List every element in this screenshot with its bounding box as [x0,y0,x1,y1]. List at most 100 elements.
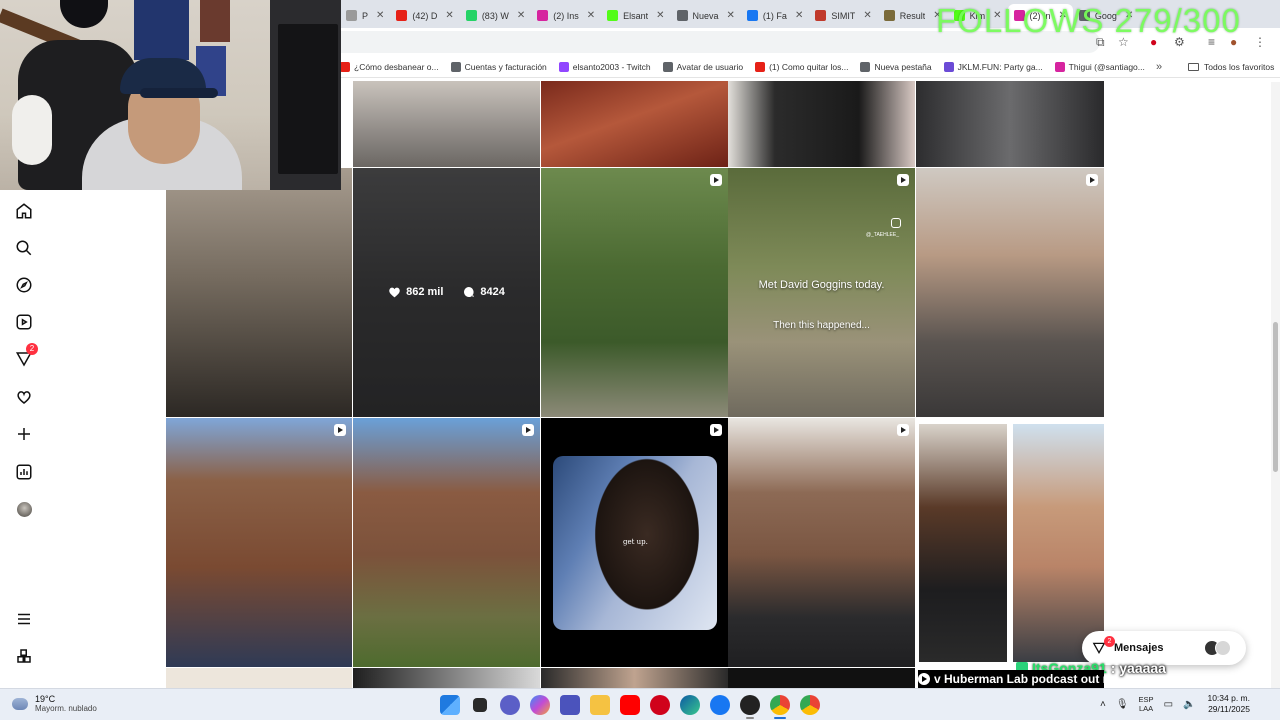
post-image [916,168,1104,417]
post-tile[interactable] [541,668,728,688]
webcam-poster [134,0,189,60]
post-tile-hovered[interactable]: 862 mil 8424 [353,168,540,417]
scrollbar-thumb[interactable] [1273,322,1278,472]
bookmark-item[interactable]: Nueva pestaña [860,61,932,72]
post-image [166,668,352,688]
dashboard-chart-icon[interactable] [12,460,36,484]
create-plus-icon[interactable] [12,422,36,446]
tab-favicon-icon [883,10,895,21]
microphone-icon[interactable]: 🎙 [1116,699,1129,710]
bookmark-item[interactable]: JKLM.FUN: Party ga... [943,61,1043,72]
chat-teams-icon[interactable] [500,695,520,715]
post-tile[interactable] [166,668,352,688]
search-icon[interactable] [12,236,36,260]
tab-label: Elsant [623,10,649,21]
weather-widget[interactable]: 19°C Mayorm. nublado [12,694,97,713]
browser-tab[interactable]: P ✕ [340,4,390,28]
bookmark-item[interactable]: elsanto2003 - Twitch [558,61,651,72]
post-tile[interactable] [353,81,540,167]
chrome-menu-icon[interactable]: ⋮ [1254,34,1266,50]
obs-icon[interactable] [740,695,760,719]
chat-text: : yaaaaa [1110,660,1166,676]
browser-tab[interactable]: (1) Fa ✕ [741,4,809,28]
post-tile[interactable] [728,418,915,667]
video-caption-line-2: Then this happened... [773,320,870,331]
edge-icon[interactable] [680,695,700,715]
bookmark-item[interactable]: Avatar de usuario [662,61,744,72]
post-image: get up. [553,456,717,630]
browser-tab[interactable]: Nueva ✕ [671,4,741,28]
chrome-icon[interactable] [770,695,790,719]
all-bookmarks-button[interactable]: Todos los favoritos [1188,62,1274,72]
post-image [541,168,728,417]
bookmark-label: Nueva pestaña [874,61,932,72]
post-tile[interactable] [916,418,1104,667]
post-tile[interactable] [166,168,352,417]
bookmark-item[interactable]: Cuentas y facturación [450,61,547,72]
instagram-watermark-icon [891,218,901,228]
chrome-profile-icon[interactable] [800,695,820,715]
profile-avatar[interactable] [12,497,36,521]
tab-close-icon[interactable]: ✕ [656,10,664,21]
tab-close-icon[interactable]: ✕ [863,10,871,21]
bookmark-item[interactable]: ¿Cómo desbanear o... [340,61,439,72]
page-scrollbar[interactable] [1271,82,1280,688]
bookmark-label: Avatar de usuario [676,61,744,72]
bookmark-item[interactable]: (1) Como quitar los... [755,61,848,72]
start-windows-icon[interactable] [440,695,460,715]
post-tile[interactable] [166,418,352,667]
browser-tab[interactable]: (42) D ✕ [390,4,459,28]
post-tile[interactable] [353,668,540,688]
tab-favicon-icon [607,10,619,21]
volume-icon[interactable]: 🔈 [1183,699,1195,710]
language-indicator[interactable]: ESP LAA [1139,695,1154,713]
reels-icon[interactable] [12,310,36,334]
weather-temperature: 19°C [35,694,56,704]
home-icon[interactable] [12,199,36,223]
tab-close-icon[interactable]: ✕ [517,10,525,21]
opera-icon[interactable] [650,695,670,715]
post-tile[interactable]: get up. [541,418,728,667]
browser-tab[interactable]: (83) W ✕ [460,4,531,28]
browser-tab[interactable]: Elsant ✕ [601,4,670,28]
tab-close-icon[interactable]: ✕ [727,10,735,21]
file-explorer-icon[interactable] [590,695,610,715]
reel-icon [522,424,534,436]
messages-icon[interactable]: 2 [12,343,38,371]
tab-close-icon[interactable]: ✕ [587,10,595,21]
bookmark-item[interactable]: Thigui (@santiago... [1054,61,1145,72]
post-tile[interactable] [541,168,728,417]
post-tile[interactable] [916,81,1104,167]
notifications-heart-icon[interactable] [12,385,36,409]
tab-close-icon[interactable]: ✕ [445,10,453,21]
browser-tab[interactable]: SIMIT ✕ [809,4,877,28]
comment-icon [464,287,475,297]
post-tile[interactable] [728,668,915,688]
more-menu-icon[interactable] [12,607,36,631]
post-tile[interactable] [353,418,540,667]
keyboard-layout: LAA [1138,704,1154,713]
video-caption-line-1: Met David Goggins today. [758,279,885,291]
also-from-meta-icon[interactable] [12,644,36,668]
bookmarks-overflow-chevron-icon[interactable]: » [1156,61,1162,73]
network-icon[interactable]: ▭ [1164,699,1173,710]
task-view-icon[interactable] [473,698,487,712]
youtube-icon[interactable] [620,695,640,715]
tray-overflow-chevron-icon[interactable]: ˄ [1100,699,1106,710]
explore-compass-icon[interactable] [12,273,36,297]
post-image [353,668,540,688]
post-tile[interactable] [916,168,1104,417]
clock[interactable]: 10:34 p. m. 29/11/2025 [1207,693,1250,715]
comments-count: 8424 [480,286,505,298]
post-tile[interactable] [541,81,728,167]
browser-tab[interactable]: (2) Ins ✕ [531,4,601,28]
portrait-shape [593,456,713,630]
post-tile[interactable]: @_TAEHLEE_ Met David Goggins today. Then… [728,168,915,417]
post-tile[interactable] [728,81,915,167]
tab-close-icon[interactable]: ✕ [795,10,803,21]
tab-close-icon[interactable]: ✕ [376,10,384,21]
copilot-icon[interactable] [530,695,550,715]
teams-icon[interactable] [560,695,580,715]
facebook-icon[interactable] [710,695,730,715]
reel-icon [897,174,909,186]
